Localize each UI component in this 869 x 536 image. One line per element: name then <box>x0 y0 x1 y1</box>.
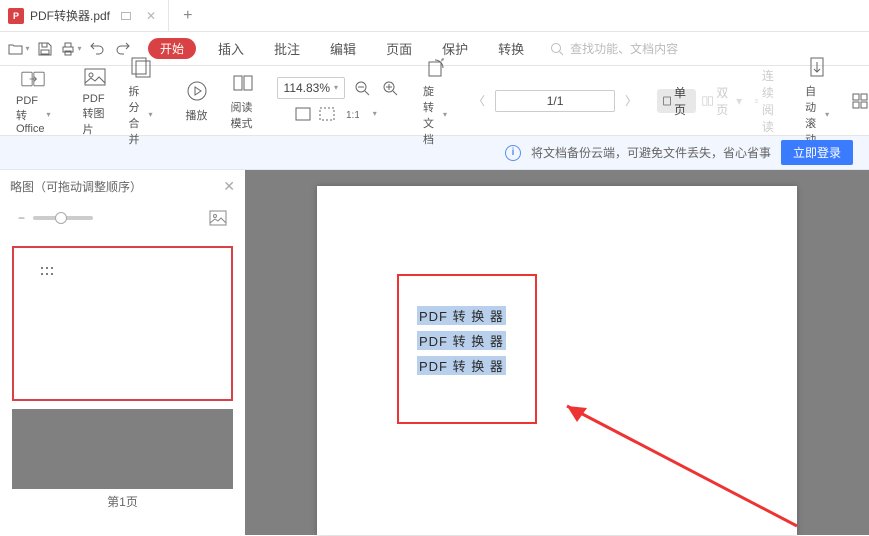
zoom-out-small-icon[interactable]: − <box>18 211 25 225</box>
search-input[interactable] <box>570 42 700 56</box>
rotate-icon <box>423 55 447 79</box>
play-button[interactable]: 播放 <box>175 75 219 127</box>
redo-icon[interactable] <box>112 38 134 60</box>
undo-icon[interactable] <box>86 38 108 60</box>
zoom-in-icon[interactable] <box>379 77 401 99</box>
view-continuous[interactable]: 连续阅读 <box>748 89 787 113</box>
page-thumbnail[interactable] <box>12 246 233 401</box>
book-icon <box>231 71 255 95</box>
prev-page-button[interactable]: 〈 <box>469 91 489 111</box>
next-page-button[interactable]: 〉 <box>621 91 641 111</box>
pdf-file-icon: P <box>8 8 24 24</box>
page-indicator[interactable]: 1/1 <box>495 90 615 112</box>
zoom-out-icon[interactable] <box>351 77 373 99</box>
selected-text-line[interactable]: PDF 转 换 器 <box>417 306 506 325</box>
thumbnail-content-icon <box>40 266 54 276</box>
fit-page-icon[interactable] <box>316 103 338 125</box>
open-folder-icon[interactable]: ▾ <box>8 38 30 60</box>
info-icon: i <box>505 145 521 161</box>
pdf-to-image-icon <box>83 65 107 89</box>
tab-window-icon[interactable] <box>116 10 136 22</box>
file-tab[interactable]: P PDF转换器.pdf ✕ <box>0 0 169 32</box>
thumbnail-page-label: 第1页 <box>0 493 245 510</box>
document-canvas[interactable]: PDF 转 换 器 PDF 转 换 器 PDF 转 换 器 <box>245 170 869 535</box>
view-double-page[interactable]: 双页▾ <box>696 89 748 113</box>
tab-close-icon[interactable]: ✕ <box>142 9 160 23</box>
split-merge-button[interactable]: 拆分合并▾ <box>119 51 163 151</box>
thumbnail-zoom-slider[interactable] <box>33 216 93 220</box>
view-single-page[interactable]: 单页 <box>657 89 696 113</box>
new-tab-button[interactable]: + <box>169 7 206 25</box>
pdf-to-office-button[interactable]: PDF转Office▾ <box>6 63 61 139</box>
svg-text:1:1: 1:1 <box>346 110 359 121</box>
actual-size-icon[interactable]: 1:1 <box>340 103 362 125</box>
pdf-page[interactable]: PDF 转 换 器 PDF 转 换 器 PDF 转 换 器 <box>317 186 797 535</box>
pdf-to-office-icon <box>21 67 45 91</box>
thumbnail-panel-title: 略图（可拖动调整顺序） <box>10 178 142 195</box>
tab-insert[interactable]: 插入 <box>210 35 252 62</box>
extra-tool-icon[interactable] <box>851 90 869 112</box>
banner-message: 将文档备份云端，可避免文件丢失，省心省事 <box>531 144 771 161</box>
annotation-arrow-icon <box>547 396 807 536</box>
selected-text-line[interactable]: PDF 转 换 器 <box>417 331 506 350</box>
login-button[interactable]: 立即登录 <box>781 140 853 165</box>
auto-scroll-icon <box>805 55 829 79</box>
search-icon <box>550 42 564 56</box>
tab-convert[interactable]: 转换 <box>490 35 532 62</box>
tab-edit[interactable]: 编辑 <box>322 35 364 62</box>
play-icon <box>185 79 209 103</box>
zoom-level-dropdown[interactable]: 114.83%▾ <box>277 77 346 99</box>
tab-title: PDF转换器.pdf <box>30 7 110 24</box>
pdf-to-image-button[interactable]: PDF转图片 <box>73 61 117 141</box>
tab-annotate[interactable]: 批注 <box>266 35 308 62</box>
auto-scroll-button[interactable]: 自动滚动▾ <box>799 51 835 151</box>
fit-width-icon[interactable] <box>292 103 314 125</box>
thumbnail-close-icon[interactable]: ✕ <box>223 178 235 195</box>
save-icon[interactable] <box>34 38 56 60</box>
thumbnail-view-icon[interactable] <box>209 210 227 226</box>
thumbnail-panel: 略图（可拖动调整顺序） ✕ − 第1页 <box>0 170 245 535</box>
selected-text-line[interactable]: PDF 转 换 器 <box>417 356 506 375</box>
zoom-more-icon[interactable]: ▾ <box>364 103 386 125</box>
rotate-document-button[interactable]: 旋转文档▾ <box>413 51 457 151</box>
reading-mode-button[interactable]: 阅读模式 <box>221 67 265 135</box>
print-icon[interactable]: ▾ <box>60 38 82 60</box>
thumbnail-empty-area <box>12 409 233 489</box>
